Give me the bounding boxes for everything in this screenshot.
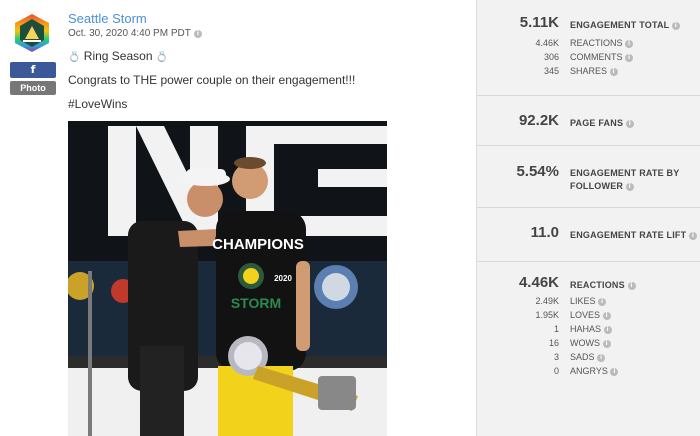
info-icon[interactable]: i xyxy=(625,39,634,48)
info-icon[interactable]: i xyxy=(610,367,619,376)
metrics-panel: 5.11K ENGAGEMENT TOTAL i 4.46K REACTIONS… xyxy=(476,0,700,436)
metric-row-reactions: 4.46K REACTIONS i xyxy=(477,38,700,51)
engagement-rate-value: 5.54% xyxy=(516,163,559,180)
facebook-badge: f xyxy=(10,62,56,78)
engagement-lift-label: ENGAGEMENT RATE LIFT i xyxy=(570,229,698,242)
reaction-row-angrys: 0 ANGRYS i xyxy=(477,366,700,379)
seattle-storm-logo[interactable] xyxy=(13,13,51,53)
reaction-label: LOVES i xyxy=(570,310,611,320)
post-text-line-2: Congrats to THE power couple on their en… xyxy=(68,73,356,87)
info-icon[interactable]: i xyxy=(609,67,618,76)
info-icon[interactable]: i xyxy=(625,53,634,62)
reaction-row-likes: 2.49K LIKES i xyxy=(477,296,700,309)
reactions-label-text: REACTIONS xyxy=(570,280,625,290)
post-hashtag[interactable]: #LoveWins xyxy=(68,97,127,111)
page-fans-label-text: PAGE FANS xyxy=(570,118,624,128)
info-icon[interactable]: i xyxy=(602,339,611,348)
engagement-rate-label-line1: ENGAGEMENT RATE BY xyxy=(570,168,680,178)
info-icon[interactable]: i xyxy=(602,311,611,320)
metric-row-comments: 306 COMMENTS i xyxy=(477,52,700,65)
reaction-value: 1 xyxy=(553,324,559,334)
metric-value: 4.46K xyxy=(535,38,559,48)
metric-label: COMMENTS i xyxy=(570,52,634,62)
metric-value: 345 xyxy=(543,66,559,76)
engagement-lift-value: 11.0 xyxy=(530,224,559,241)
info-icon[interactable]: i xyxy=(625,182,634,191)
reaction-label: WOWS i xyxy=(570,338,611,348)
metric-label: REACTIONS i xyxy=(570,38,634,48)
page-fans-value: 92.2K xyxy=(518,112,559,129)
reaction-label: LIKES i xyxy=(570,296,607,306)
post-date: Oct. 30, 2020 4:40 PM PDT i xyxy=(68,28,202,39)
reaction-value: 16 xyxy=(548,338,559,348)
reaction-row-hahas: 1 HAHAS i xyxy=(477,324,700,337)
info-icon[interactable]: i xyxy=(597,353,606,362)
shirt-team-text: STORM xyxy=(231,295,281,311)
info-icon[interactable]: i xyxy=(193,29,202,38)
engagement-lift-label-text: ENGAGEMENT RATE LIFT xyxy=(570,230,687,240)
info-icon[interactable]: i xyxy=(603,325,612,334)
reaction-value: 2.49K xyxy=(535,296,559,306)
info-icon[interactable]: i xyxy=(627,281,636,290)
metric-value: 306 xyxy=(543,52,559,62)
reaction-value: 1.95K xyxy=(535,310,559,320)
engagement-total-value: 5.11K xyxy=(519,14,559,31)
post-date-text: Oct. 30, 2020 4:40 PM PDT xyxy=(68,28,191,39)
reaction-value: 3 xyxy=(553,352,559,362)
post-type-badge: Photo xyxy=(10,81,56,95)
info-icon[interactable]: i xyxy=(598,297,607,306)
reaction-label: HAHAS i xyxy=(570,324,612,334)
ring-emoji-icon: 💍 xyxy=(68,52,81,63)
page-fans-section: 92.2K PAGE FANS i xyxy=(477,96,700,146)
post-text-line-1: 💍 Ring Season 💍 xyxy=(68,49,168,63)
shirt-year-text: 2020 xyxy=(274,274,292,283)
metric-label: SHARES i xyxy=(570,66,618,76)
reaction-row-wows: 16 WOWS i xyxy=(477,338,700,351)
post-panel: f Photo Seattle Storm Oct. 30, 2020 4:40… xyxy=(0,0,476,436)
engagement-total-section: 5.11K ENGAGEMENT TOTAL i 4.46K REACTIONS… xyxy=(477,0,700,96)
post-text-ring-season: Ring Season xyxy=(80,49,156,63)
metric-row-shares: 345 SHARES i xyxy=(477,66,700,79)
reaction-value: 0 xyxy=(553,366,559,376)
info-icon[interactable]: i xyxy=(625,119,634,128)
reactions-label: REACTIONS i xyxy=(570,279,636,292)
shirt-champions-text: CHAMPIONS xyxy=(212,236,304,253)
reaction-row-sads: 3 SADS i xyxy=(477,352,700,365)
page-fans-label: PAGE FANS i xyxy=(570,117,634,130)
info-icon[interactable]: i xyxy=(671,21,680,30)
reactions-section: 4.46K REACTIONS i 2.49K LIKES i 1.95K LO… xyxy=(477,262,700,436)
reaction-row-loves: 1.95K LOVES i xyxy=(477,310,700,323)
engagement-rate-label: ENGAGEMENT RATE BY FOLLOWER i xyxy=(570,167,679,193)
engagement-rate-section: 5.54% ENGAGEMENT RATE BY FOLLOWER i xyxy=(477,146,700,208)
reaction-label: SADS i xyxy=(570,352,606,362)
reaction-label: ANGRYS i xyxy=(570,366,619,376)
ring-emoji-icon: 💍 xyxy=(155,52,169,63)
post-photo-image: CHAMPIONS 2020 STORM xyxy=(68,121,387,436)
engagement-total-label-text: ENGAGEMENT TOTAL xyxy=(570,20,670,30)
page-name-link[interactable]: Seattle Storm xyxy=(68,11,147,26)
info-icon[interactable]: i xyxy=(689,231,698,240)
engagement-rate-label-line2: FOLLOWER i xyxy=(570,180,679,193)
reactions-value: 4.46K xyxy=(518,274,559,291)
engagement-total-label: ENGAGEMENT TOTAL i xyxy=(570,19,680,32)
post-photo[interactable]: CHAMPIONS 2020 STORM xyxy=(68,121,387,436)
engagement-lift-section: 11.0 ENGAGEMENT RATE LIFT i xyxy=(477,208,700,262)
